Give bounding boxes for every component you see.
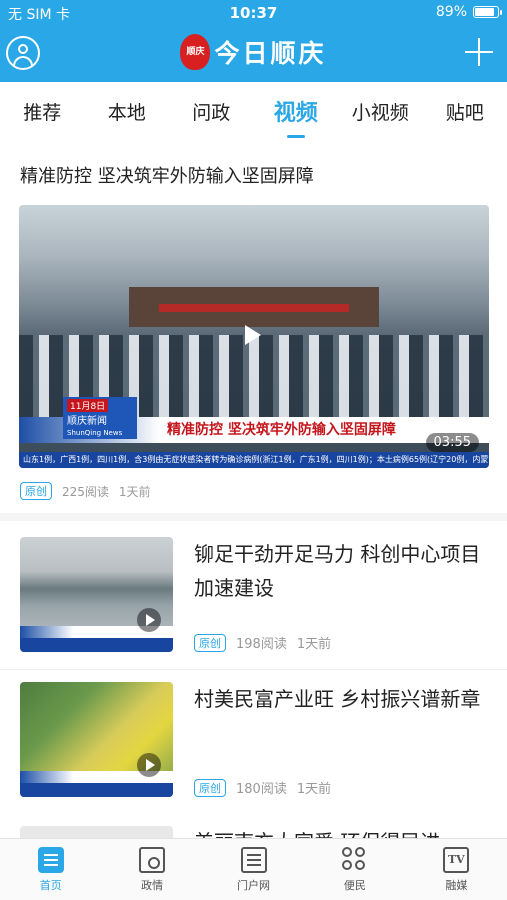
- portal-icon: [240, 847, 267, 873]
- time-ago: 1天前: [296, 782, 332, 797]
- channel-name: 顺庆新闻: [67, 416, 107, 427]
- nav-label: 便民: [343, 879, 366, 892]
- featured-video[interactable]: 精准防控 坚决筑牢外防输入坚固屏障 11月8日 顺庆新闻 ShunQing Ne…: [19, 205, 489, 468]
- divider: [0, 513, 507, 521]
- nav-label: 首页: [39, 879, 62, 892]
- read-count: 198阅读: [236, 637, 287, 652]
- tab-short-video[interactable]: 小视频: [338, 82, 423, 144]
- tab-recommend[interactable]: 推荐: [0, 82, 85, 144]
- app-logo: 顺庆 今日顺庆: [0, 34, 507, 70]
- logo-seal: 顺庆: [180, 34, 211, 70]
- tab-forum[interactable]: 贴吧: [423, 82, 507, 144]
- nav-home[interactable]: 首页: [0, 839, 101, 900]
- read-count: 225阅读: [62, 484, 109, 499]
- battery-fill: [475, 8, 494, 16]
- category-tabs: 推荐 本地 问政 视频 小视频 贴吧: [0, 82, 507, 144]
- tab-video[interactable]: 视频: [254, 82, 339, 144]
- thumbnail-ticker: [20, 783, 173, 797]
- add-icon[interactable]: [465, 38, 493, 66]
- original-badge: 原创: [20, 482, 52, 500]
- play-icon: [137, 753, 161, 777]
- news-meta: 原创 198阅读 1天前: [194, 633, 331, 652]
- status-icons: 89%: [435, 4, 502, 20]
- tv-icon: TV: [443, 847, 470, 873]
- nav-media[interactable]: TV 融媒: [406, 839, 507, 900]
- status-bar: 无 SIM 卡 10:37 89%: [0, 0, 507, 26]
- nav-services[interactable]: 便民: [304, 839, 405, 900]
- nav-politics[interactable]: 政情: [101, 839, 202, 900]
- clock: 10:37: [229, 4, 278, 22]
- battery-percent: 89%: [435, 4, 467, 20]
- time-ago: 1天前: [296, 637, 332, 652]
- nav-portal[interactable]: 门户网: [203, 839, 304, 900]
- divider: [0, 669, 507, 670]
- politics-icon: [139, 847, 166, 873]
- news-meta: 原创 180阅读 1天前: [194, 778, 331, 797]
- tab-inquiry[interactable]: 问政: [169, 82, 254, 144]
- news-title: 铆足干劲开足马力 科创中心项目加速建设: [194, 542, 481, 600]
- read-count: 180阅读: [236, 782, 287, 797]
- list-item[interactable]: 村美民富产业旺 乡村振兴谱新章 原创 180阅读 1天前: [0, 682, 507, 824]
- app-bar: 顺庆 今日顺庆: [0, 26, 507, 82]
- featured-title[interactable]: 精准防控 坚决筑牢外防输入坚固屏障: [20, 162, 314, 188]
- original-badge: 原创: [194, 778, 226, 797]
- channel-sub: ShunQing News: [67, 429, 123, 437]
- grid-dot: [354, 847, 365, 857]
- logo-name: 今日顺庆: [214, 39, 327, 68]
- news-thumbnail: [20, 537, 173, 652]
- nav-label: 政情: [141, 879, 164, 892]
- grid-dot: [341, 860, 352, 870]
- time-ago: 1天前: [118, 484, 151, 499]
- services-icon: [341, 847, 368, 873]
- battery-icon: [473, 6, 502, 18]
- home-icon: [37, 847, 64, 873]
- news-title: 村美民富产业旺 乡村振兴谱新章: [194, 687, 481, 711]
- list-item[interactable]: 铆足干劲开足马力 科创中心项目加速建设 原创 198阅读 1天前: [0, 537, 507, 679]
- original-badge: 原创: [194, 633, 226, 652]
- grid-dot: [341, 847, 352, 857]
- video-caption: 精准防控 坚决筑牢外防输入坚固屏障: [167, 422, 396, 438]
- featured-meta: 原创 225阅读 1天前: [20, 482, 151, 500]
- nav-label: 融媒: [445, 879, 468, 892]
- news-thumbnail: [20, 682, 173, 797]
- channel-date: 11月8日: [67, 399, 109, 412]
- play-icon: [137, 608, 161, 632]
- channel-tag: 11月8日 顺庆新闻 ShunQing News: [63, 397, 137, 439]
- grid-dot: [354, 860, 365, 870]
- play-icon[interactable]: [245, 325, 261, 345]
- bottom-nav: 首页 政情 门户网 便民 TV 融媒: [0, 838, 507, 900]
- nav-label: 门户网: [237, 879, 271, 892]
- thumbnail-ticker: [20, 638, 173, 652]
- stage-banner: [159, 304, 349, 312]
- news-ticker: 山东1例，广西1例，四川1例，含3例由无症状感染者转为确诊病例(浙江1例，广东1…: [19, 452, 489, 468]
- tab-local[interactable]: 本地: [85, 82, 170, 144]
- video-duration: 03:55: [425, 433, 479, 452]
